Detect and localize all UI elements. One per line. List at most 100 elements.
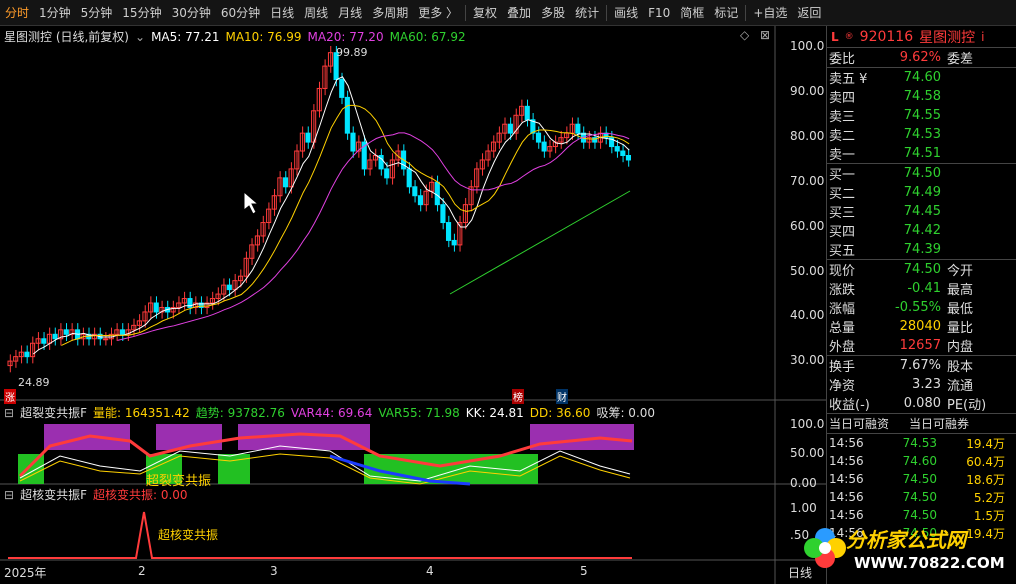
stat-row: 外盘 12657 内盘 [827, 336, 1016, 355]
toolbar-item[interactable]: 月线 [333, 0, 367, 26]
diamond-icon[interactable]: ◇ [740, 28, 749, 42]
candle-body [440, 204, 446, 224]
ind1-var55: VAR55: 71.98 [378, 405, 460, 420]
candle-body [417, 195, 424, 206]
quote-stats: 现价 74.50 今开 涨跌 -0.41 最高 涨幅 -0.55% 最低 总量 28040 量比 外盘 1… [827, 260, 1016, 355]
book-row[interactable]: 买一 74.50 [827, 164, 1016, 183]
toolbar-item[interactable]: 周线 [299, 0, 333, 26]
book-row[interactable]: 卖四 74.58 [827, 87, 1016, 106]
book-row[interactable]: 买二 74.49 [827, 183, 1016, 202]
tick-time: 14:56 [829, 472, 864, 486]
book-row[interactable]: 买三 74.45 [827, 202, 1016, 221]
cai-badge[interactable]: 财 [556, 389, 568, 404]
candle-body [339, 79, 345, 98]
bid-book: 买一 74.50 买二 74.49 买三 74.45 买四 74.42 买五 74.39 [827, 164, 1016, 259]
stat-label-2: PE(动) [947, 398, 987, 413]
zhang-badge[interactable]: 涨 [4, 389, 16, 404]
toolbar-item[interactable]: 标记 [709, 0, 743, 26]
candle-body [620, 150, 626, 156]
x-tick-label: 2025年 [4, 566, 47, 580]
stat-row: 换手 7.67% 股本 [827, 356, 1016, 375]
margin-label-1[interactable]: 当日可融资 [827, 415, 907, 432]
close-icon[interactable]: ⊠ [760, 28, 770, 42]
candle-body [24, 351, 30, 358]
toolbar-item[interactable]: 多股 [536, 0, 570, 26]
book-row[interactable]: 买五 74.39 [827, 240, 1016, 259]
candle-body [445, 222, 452, 241]
toolbar-item[interactable]: 30分钟 [167, 0, 216, 26]
candle-body [226, 284, 232, 291]
period-toolbar: 分时 1分钟 5分钟 15分钟 30分钟 60分钟 日线 周线 月线 多周期 更多 〉复权 叠加 多股统… [0, 0, 1016, 26]
book-row[interactable]: 卖三 74.55 [827, 106, 1016, 125]
book-price: 74.60 [903, 70, 941, 85]
ind1-title: 超裂变共振F [20, 406, 87, 420]
toolbar-item[interactable]: 返回 [792, 0, 826, 26]
book-level-label: 卖四 [829, 91, 856, 106]
ind2-title: 超核变共振F [20, 488, 87, 502]
toolbar-item[interactable]: 分时 [0, 0, 34, 26]
stat-label: 现价 [829, 264, 856, 279]
toolbar-item[interactable]: 60分钟 [216, 0, 265, 26]
stat-label: 涨跌 [829, 283, 856, 298]
stat-row: 总量 28040 量比 [827, 317, 1016, 336]
y-tick-label: 30.00 [790, 353, 825, 367]
stock-marker[interactable]: L [831, 30, 839, 44]
bang-badge[interactable]: 榜 [512, 389, 524, 404]
toolbar-item[interactable]: 多周期 [367, 0, 413, 26]
weicha-label: 委差 [947, 52, 974, 67]
mouse-cursor-icon [243, 190, 260, 215]
candle-body [524, 105, 530, 121]
ma5-line [32, 76, 630, 355]
candle-body [350, 132, 356, 152]
candle-body [575, 123, 581, 134]
chart-area[interactable]: 星图测控 (日线,前复权) ⌄ MA5: 77.21 MA10: 76.99 M… [0, 26, 826, 584]
candle-body [282, 177, 289, 188]
ind1-toggle-icon[interactable]: ⊟ [4, 406, 14, 420]
book-price: 74.39 [903, 242, 941, 257]
y-tick-label: 40.00 [790, 308, 825, 322]
candle-body [305, 132, 311, 143]
toolbar-item[interactable]: 画线 [609, 0, 643, 26]
stat-label: 换手 [829, 360, 856, 375]
toolbar-item[interactable]: 复权 [468, 0, 502, 26]
stat-label: 收益(-) [829, 398, 870, 413]
toolbar-item[interactable]: 简框 [675, 0, 709, 26]
stat-row: 净资 3.23 流通 [827, 375, 1016, 394]
book-row[interactable]: 卖五 ¥ 74.60 [827, 68, 1016, 87]
chevron-down-icon[interactable]: ⌄ [135, 30, 145, 44]
y-tick-label: 50.00 [790, 264, 825, 278]
stat-value: 12657 [899, 338, 941, 353]
stat-label: 总量 [829, 321, 856, 336]
toolbar-item[interactable]: 叠加 [502, 0, 536, 26]
stat-row: 收益(-) 0.080 PE(动) [827, 394, 1016, 413]
toolbar-item[interactable]: 15分钟 [117, 0, 166, 26]
toolbar-item[interactable]: 5分钟 [76, 0, 118, 26]
toolbar-item[interactable]: 1分钟 [34, 0, 76, 26]
tick-volume: 60.4万 [966, 454, 1005, 469]
book-level-label: 卖二 [829, 129, 856, 144]
ind2-toggle-icon[interactable]: ⊟ [4, 488, 14, 502]
book-row[interactable]: 卖二 74.53 [827, 125, 1016, 144]
stat-value: 0.080 [903, 396, 941, 411]
book-row[interactable]: 买四 74.42 [827, 221, 1016, 240]
info-icon[interactable]: i [981, 30, 984, 44]
tick-price: 74.50 [902, 472, 937, 486]
book-price: 74.50 [903, 166, 941, 181]
margin-label-2[interactable]: 当日可融券 [907, 415, 969, 432]
book-row[interactable]: 卖一 74.51 [827, 144, 1016, 163]
toolbar-item[interactable]: F10 [643, 0, 675, 26]
quote-panel: L ® 920116 星图测控 i 委比 9.62% 委差 卖五 ¥74.60 卖… [826, 26, 1016, 584]
toolbar-item[interactable]: 日线 [265, 0, 299, 26]
book-level-label: 买五 [829, 244, 856, 259]
ma20-line [117, 132, 630, 341]
book-price: 74.58 [903, 89, 941, 104]
stat-value: -0.55% [895, 300, 941, 315]
toolbar-item[interactable]: +自选 [748, 0, 792, 26]
candle-body [41, 338, 47, 344]
toolbar-item[interactable]: 统计 [570, 0, 604, 26]
toolbar-item[interactable]: 更多 〉 [413, 0, 463, 26]
y-tick-label: 100.0 [790, 417, 825, 431]
ind1-qushi: 趋势: 93782.76 [195, 406, 285, 420]
candle-body [614, 146, 620, 152]
high-price-label: 99.89 [336, 46, 368, 59]
